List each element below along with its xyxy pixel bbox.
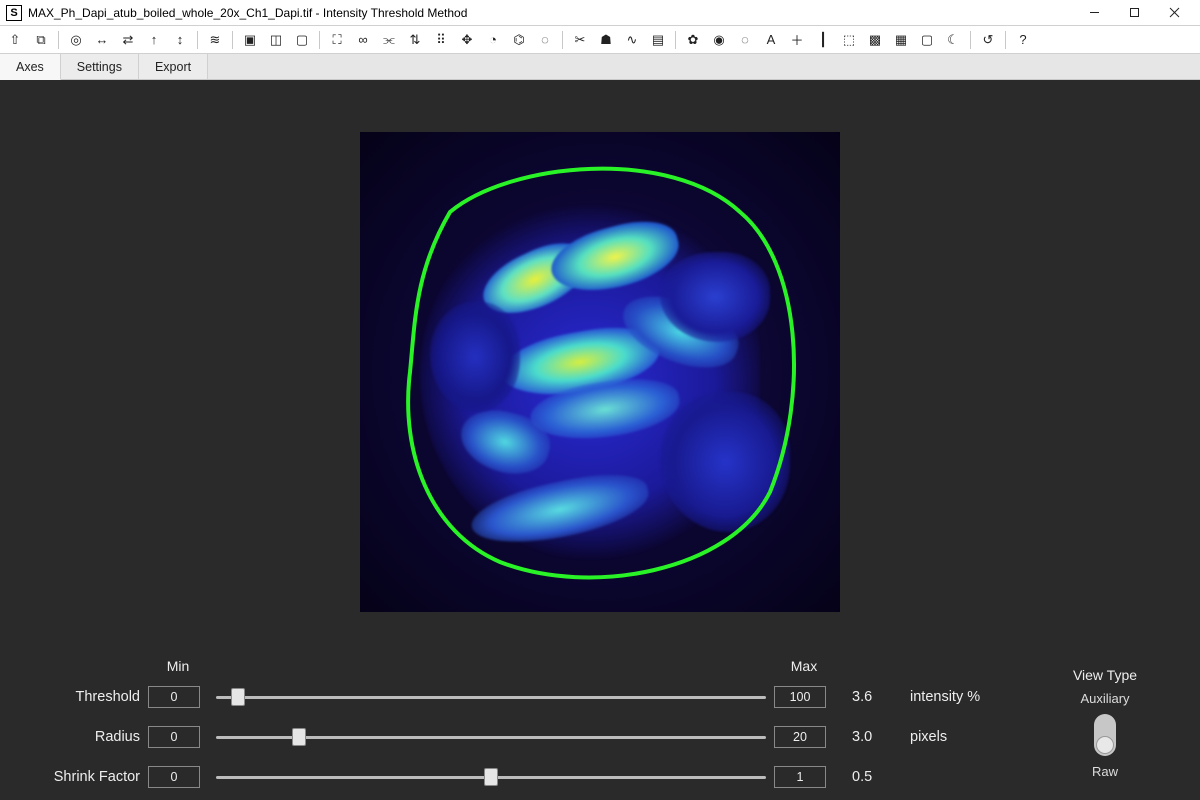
slider-track[interactable] — [216, 726, 766, 748]
slider-readout: 3.6 — [842, 689, 902, 705]
max-header: Max — [774, 658, 834, 674]
compass-icon[interactable]: ✥ — [458, 31, 476, 49]
view-type-panel: View Type Auxiliary Raw — [1030, 658, 1180, 788]
toolbar: ⇧ ⧉ ◎ ↔ ⇄ ↑ ↕ ≋ ▣ ◫ ▢ ⛶ ∞ ⫘ ⇅ ⠿ ✥ ◔ ⌬ ◌ ✂ ☗ ∿ ▤ ✿ ◉ ◌ A ＋ ┃ ⬚ ▩ ▦ ▢ ☾ ↺? — [0, 26, 1200, 54]
moon-icon[interactable]: ☾ — [944, 31, 962, 49]
slider-readout: 3.0 — [842, 729, 902, 745]
max-input[interactable] — [774, 766, 826, 788]
square-dot-icon[interactable]: ▣ — [241, 31, 259, 49]
slider-thumb[interactable] — [292, 728, 306, 746]
ruler-icon[interactable]: ┃ — [814, 31, 832, 49]
link-icon[interactable]: ∞ — [354, 31, 372, 49]
slider-unit: pixels — [910, 729, 1030, 745]
grid-icon[interactable]: ▦ — [892, 31, 910, 49]
toggle-knob — [1096, 736, 1114, 754]
titlebar: S MAX_Ph_Dapi_atub_boiled_whole_20x_Ch1_… — [0, 0, 1200, 26]
max-input[interactable] — [774, 686, 826, 708]
crop-icon[interactable]: ⛶ — [328, 31, 346, 49]
toolbar-separator — [1005, 31, 1006, 49]
tab-axes[interactable]: Axes — [0, 54, 61, 80]
view-option-auxiliary: Auxiliary — [1080, 691, 1129, 706]
controls-panel: Min Max Threshold 3.6 intensity % Radius… — [0, 654, 1200, 800]
slider-readout: 0.5 — [842, 769, 902, 785]
arrow-both-v-icon[interactable]: ↕ — [171, 31, 189, 49]
palette-icon[interactable]: ✿ — [684, 31, 702, 49]
view-option-raw: Raw — [1092, 764, 1118, 779]
clipboard-icon[interactable]: ▤ — [649, 31, 667, 49]
slider-thumb[interactable] — [484, 768, 498, 786]
square-center-icon[interactable]: ◫ — [267, 31, 285, 49]
toolbar-separator — [562, 31, 563, 49]
arrow-both-h-icon[interactable]: ↔ — [93, 31, 111, 49]
help-icon[interactable]: ? — [1014, 31, 1032, 49]
app-icon: S — [6, 5, 22, 21]
min-input[interactable] — [148, 726, 200, 748]
tab-settings[interactable]: Settings — [61, 54, 139, 79]
microscopy-image — [360, 132, 840, 612]
shield-icon[interactable]: ☗ — [597, 31, 615, 49]
toolbar-separator — [319, 31, 320, 49]
target-icon[interactable]: ◎ — [67, 31, 85, 49]
slider-label: Shrink Factor — [20, 769, 140, 785]
min-header: Min — [148, 658, 208, 674]
max-input[interactable] — [774, 726, 826, 748]
dots-icon[interactable]: ⠿ — [432, 31, 450, 49]
slider-unit: intensity % — [910, 689, 1030, 705]
min-input[interactable] — [148, 686, 200, 708]
image-icon[interactable]: ▩ — [866, 31, 884, 49]
upload-icon[interactable]: ⇧ — [6, 31, 24, 49]
window-controls — [1074, 1, 1194, 25]
image-viewer[interactable] — [0, 80, 1200, 654]
slider-track[interactable] — [216, 766, 766, 788]
wrench-icon[interactable]: ✂ — [571, 31, 589, 49]
window-title: MAX_Ph_Dapi_atub_boiled_whole_20x_Ch1_Da… — [28, 6, 1074, 20]
slider-row-shrink-factor: Shrink Factor 0.5 — [20, 766, 1030, 788]
tab-bar: AxesSettingsExport — [0, 54, 1200, 80]
layers-icon[interactable]: ≋ — [206, 31, 224, 49]
slider-track[interactable] — [216, 686, 766, 708]
roi-outline — [390, 152, 810, 592]
slider-row-radius: Radius 3.0 pixels — [20, 726, 1030, 748]
view-type-toggle[interactable] — [1094, 714, 1116, 756]
slider-stack: Min Max Threshold 3.6 intensity % Radius… — [20, 658, 1030, 788]
main-panel: Min Max Threshold 3.6 intensity % Radius… — [0, 80, 1200, 800]
pulse-icon[interactable]: ∿ — [623, 31, 641, 49]
arrow-both-h2-icon[interactable]: ⇄ — [119, 31, 137, 49]
slider-label: Threshold — [20, 689, 140, 705]
dashed-circle-icon[interactable]: ◌ — [736, 31, 754, 49]
slider-thumb[interactable] — [231, 688, 245, 706]
arrow-up-icon[interactable]: ↑ — [145, 31, 163, 49]
droplet-icon[interactable]: ◔ — [484, 31, 502, 49]
square-frame-icon[interactable]: ▢ — [293, 31, 311, 49]
close-button[interactable] — [1154, 1, 1194, 25]
toolbar-separator — [58, 31, 59, 49]
plus-icon[interactable]: ＋ — [788, 31, 806, 49]
undo-icon[interactable]: ↺ — [979, 31, 997, 49]
minimize-button[interactable] — [1074, 1, 1114, 25]
toolbar-separator — [970, 31, 971, 49]
dashed-box-icon[interactable]: ⬚ — [840, 31, 858, 49]
text-a-icon[interactable]: A — [762, 31, 780, 49]
box-arrow-icon[interactable]: ⧉ — [32, 31, 50, 49]
box-outline-icon[interactable]: ▢ — [918, 31, 936, 49]
toolbar-separator — [197, 31, 198, 49]
slider-headers: Min Max — [20, 658, 1030, 674]
chain-icon[interactable]: ⫘ — [380, 31, 398, 49]
swap-v-icon[interactable]: ⇅ — [406, 31, 424, 49]
maximize-button[interactable] — [1114, 1, 1154, 25]
toolbar-separator — [232, 31, 233, 49]
slider-row-threshold: Threshold 3.6 intensity % — [20, 686, 1030, 708]
atom-icon[interactable]: ⌬ — [510, 31, 528, 49]
overlap-icon[interactable]: ◉ — [710, 31, 728, 49]
slider-label: Radius — [20, 729, 140, 745]
min-input[interactable] — [148, 766, 200, 788]
toolbar-separator — [675, 31, 676, 49]
view-type-title: View Type — [1073, 667, 1137, 683]
tab-export[interactable]: Export — [139, 54, 208, 79]
selection-icon[interactable]: ◌ — [536, 31, 554, 49]
